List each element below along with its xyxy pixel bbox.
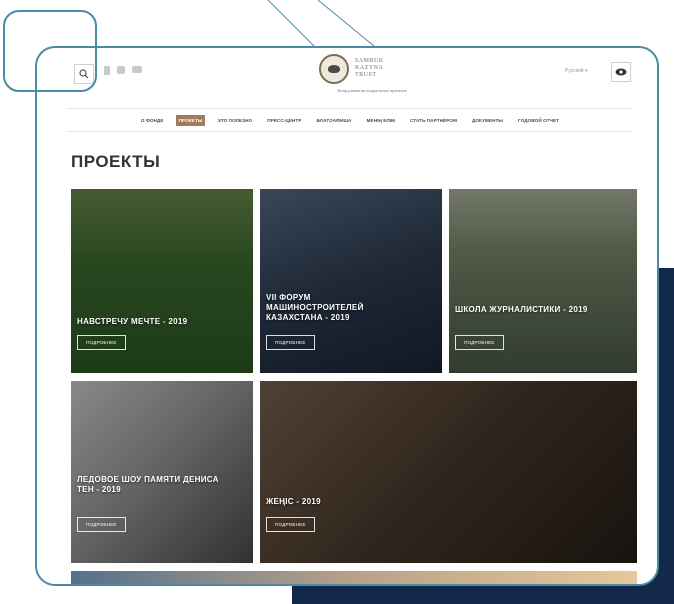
nav-item[interactable]: ДОКУМЕНТЫ bbox=[469, 115, 506, 126]
youtube-icon[interactable] bbox=[132, 66, 142, 73]
more-button[interactable]: ПОДРОБНЕЕ bbox=[455, 335, 504, 350]
more-button[interactable]: ПОДРОБНЕЕ bbox=[266, 517, 315, 532]
more-button[interactable]: ПОДРОБНЕЕ bbox=[77, 335, 126, 350]
project-title: ЛЕДОВОЕ ШОУ ПАМЯТИ ДЕНИСА ТЕН - 2019 bbox=[77, 475, 219, 494]
nav-item[interactable]: ГОДОВОЙ ОТЧЕТ bbox=[515, 115, 562, 126]
nav-item[interactable]: ПРЕСС-ЦЕНТР bbox=[264, 115, 304, 126]
nav-item[interactable]: БЛАГОАФИША bbox=[314, 115, 355, 126]
language-select[interactable]: Русский ▾ bbox=[565, 68, 587, 74]
project-card[interactable]: ЛЕДОВОЕ ШОУ ПАМЯТИ ДЕНИСА ТЕН - 2019 ПОД… bbox=[71, 381, 253, 563]
promo-frame: SAMRUK KAZYNA TRUST Фонд развития социальн… bbox=[0, 0, 674, 604]
project-title: ШКОЛА ЖУРНАЛИСТИКИ - 2019 bbox=[455, 305, 588, 314]
project-card[interactable]: НАВСТРЕЧУ МЕЧТЕ - 2019 ПОДРОБНЕЕ bbox=[71, 189, 253, 373]
page-title: ПРОЕКТЫ bbox=[71, 152, 161, 171]
project-title: ЖЕҢІС - 2019 bbox=[266, 497, 321, 506]
nav-item[interactable]: МЕНІҢ ЕЛІМ bbox=[364, 115, 398, 126]
logo-text-line: SAMRUK bbox=[355, 58, 384, 64]
project-image bbox=[71, 571, 637, 584]
image-overlay bbox=[260, 381, 637, 563]
decorative-outline bbox=[3, 10, 97, 92]
project-card[interactable] bbox=[71, 571, 637, 584]
logo-tagline: Фонд развития социальных проектов bbox=[337, 88, 407, 93]
project-title: НАВСТРЕЧУ МЕЧТЕ - 2019 bbox=[77, 317, 188, 326]
nav-item[interactable]: СТАТЬ ПАРТНЁРОМ bbox=[407, 115, 460, 126]
projects-grid: НАВСТРЕЧУ МЕЧТЕ - 2019 ПОДРОБНЕЕ VII ФОР… bbox=[71, 189, 637, 584]
main-nav: О ФОНДЕ ПРОЕКТЫ ЭТО ПОЛЕЗНО ПРЕСС-ЦЕНТР БЛАГ… bbox=[67, 108, 633, 132]
logo-text: SAMRUK KAZYNA TRUST bbox=[355, 58, 384, 79]
logo-text-line: TRUST bbox=[355, 72, 377, 78]
accessibility-button[interactable] bbox=[611, 62, 631, 82]
more-button[interactable]: ПОДРОБНЕЕ bbox=[77, 517, 126, 532]
project-card[interactable]: ШКОЛА ЖУРНАЛИСТИКИ - 2019 ПОДРОБНЕЕ bbox=[449, 189, 637, 373]
social-links bbox=[104, 66, 142, 75]
logo-emblem-icon bbox=[319, 54, 349, 84]
project-card[interactable]: ЖЕҢІС - 2019 ПОДРОБНЕЕ bbox=[260, 381, 637, 563]
more-button[interactable]: ПОДРОБНЕЕ bbox=[266, 335, 315, 350]
nav-item[interactable]: ЭТО ПОЛЕЗНО bbox=[214, 115, 255, 126]
instagram-icon[interactable] bbox=[117, 66, 125, 74]
nav-item[interactable]: О ФОНДЕ bbox=[138, 115, 167, 126]
facebook-icon[interactable] bbox=[104, 66, 110, 75]
eye-icon bbox=[615, 68, 627, 76]
logo-text-line: KAZYNA bbox=[355, 65, 384, 71]
project-card[interactable]: VII ФОРУМ МАШИНОСТРОИТЕЛЕЙ КАЗАХСТАНА - … bbox=[260, 189, 442, 373]
nav-item[interactable]: ПРОЕКТЫ bbox=[175, 114, 206, 126]
project-title: VII ФОРУМ МАШИНОСТРОИТЕЛЕЙ КАЗАХСТАНА - … bbox=[266, 293, 364, 322]
site-header: SAMRUK KAZYNA TRUST Фонд развития социальн… bbox=[37, 48, 657, 108]
website-screenshot: SAMRUK KAZYNA TRUST Фонд развития социальн… bbox=[35, 46, 659, 586]
image-overlay bbox=[71, 381, 253, 563]
